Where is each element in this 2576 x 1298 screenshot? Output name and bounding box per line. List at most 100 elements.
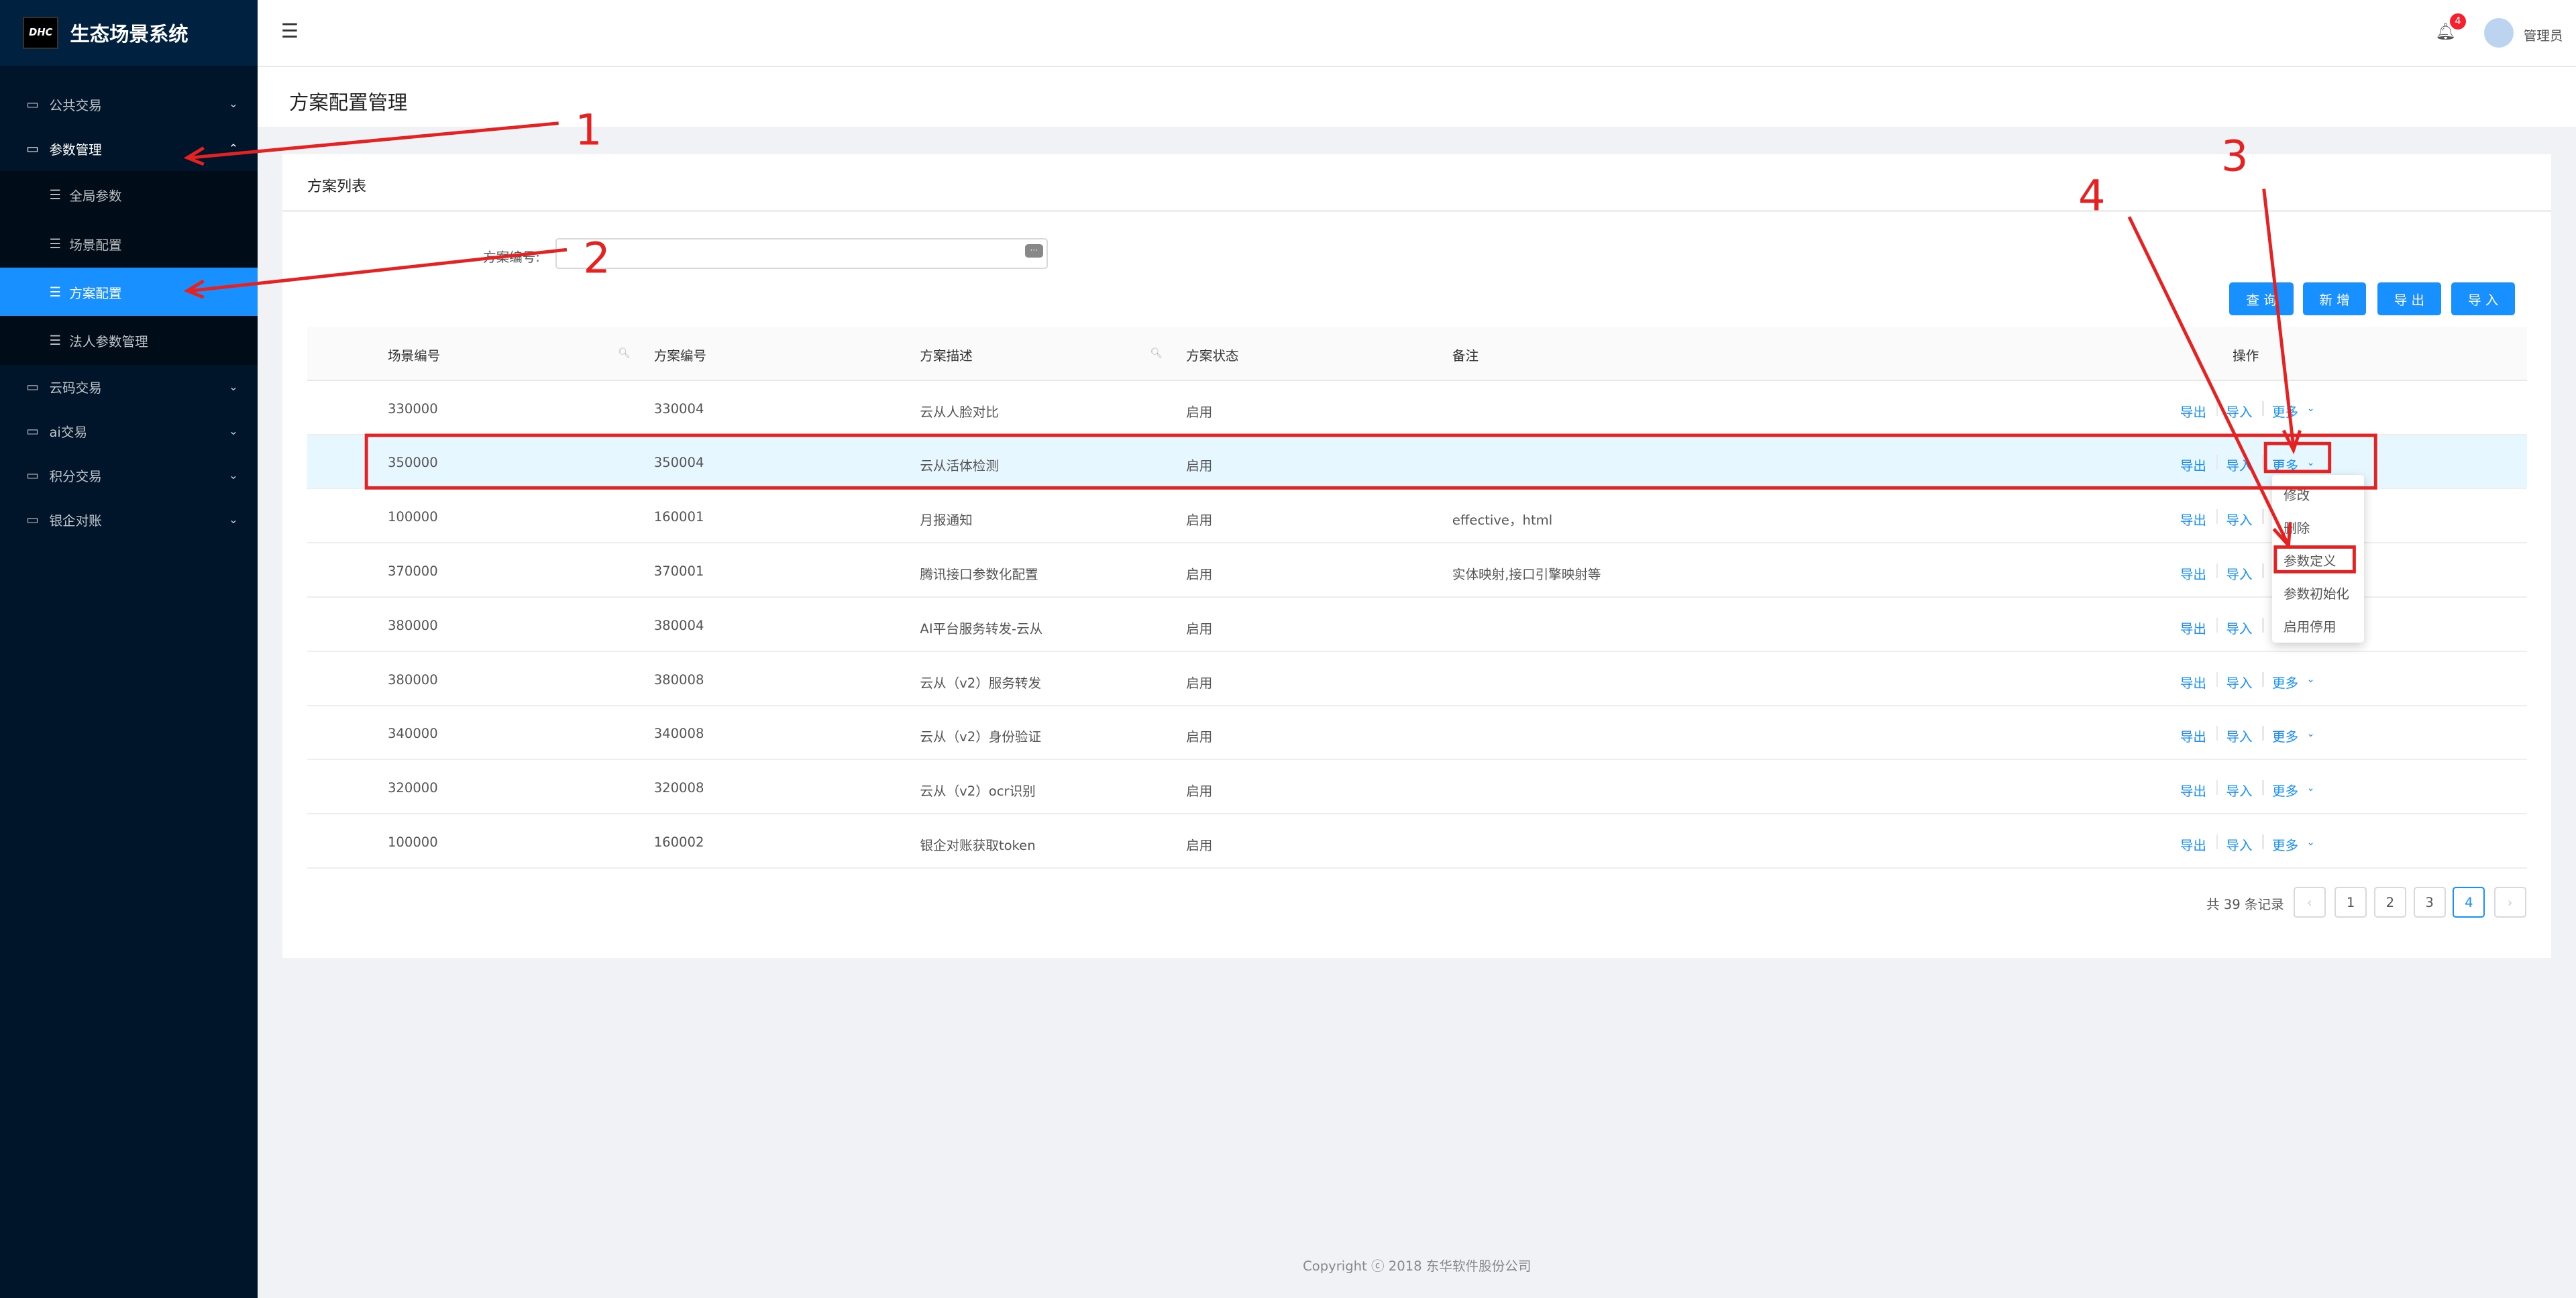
row-import-link[interactable]: 导入	[2226, 455, 2252, 474]
chevron-down-icon[interactable]: ⌄	[2306, 836, 2314, 848]
row-export-link[interactable]: 导出	[2180, 726, 2206, 745]
row-import-link[interactable]: 导入	[2226, 401, 2252, 421]
row-export-link[interactable]: 导出	[2180, 780, 2206, 800]
table-row: 380000380004AI平台服务转发-云从启用导出导入更多⌄	[307, 598, 2527, 652]
chevron-down-icon[interactable]: ⌄	[2306, 782, 2314, 794]
row-more-link[interactable]: 更多	[2272, 780, 2298, 800]
row-import-link[interactable]: 导入	[2226, 509, 2252, 529]
row-import-link[interactable]: 导入	[2226, 672, 2252, 692]
action-separator	[2262, 671, 2264, 687]
action-separator	[2216, 671, 2218, 687]
cell-plan-no: 340008	[653, 726, 704, 742]
cell-plan-no: 320008	[653, 780, 704, 796]
row-more-link[interactable]: 更多	[2272, 672, 2298, 692]
dropdown-item-toggle[interactable]: 启用停用	[2284, 616, 2336, 635]
search-icon[interactable]: 🔍︎	[618, 347, 631, 359]
row-more-link[interactable]: 更多	[2272, 401, 2298, 421]
action-separator	[2262, 400, 2264, 416]
chevron-down-icon[interactable]: ⌄	[2306, 402, 2314, 414]
cell-plan-no: 380004	[653, 617, 704, 633]
cell-plan-no: 380008	[653, 671, 704, 688]
keyboard-icon: ···	[1024, 244, 1043, 258]
cell-plan-desc: 云从活体检测	[920, 458, 999, 474]
col-header-desc[interactable]: 方案描述	[920, 345, 972, 364]
sidebar-item-param-mgmt[interactable]: ▭ 参数管理 ⌃	[0, 127, 258, 171]
col-header-status[interactable]: 方案状态	[1186, 345, 1238, 364]
col-header-remark[interactable]: 备注	[1452, 345, 1479, 364]
sidebar-subitem-global-params[interactable]: ☰ 全局参数	[0, 171, 258, 219]
sidebar-subitem-legal-params[interactable]: ☰ 法人参数管理	[0, 316, 258, 364]
chevron-down-icon[interactable]: ⌄	[2306, 673, 2314, 685]
row-export-link[interactable]: 导出	[2180, 834, 2206, 854]
chevron-down-icon[interactable]: ⌄	[2306, 457, 2314, 468]
next-page-button[interactable]: ›	[2493, 887, 2526, 918]
sidebar-subitem-scene-config[interactable]: ☰ 场景配置	[0, 219, 258, 268]
dropdown-item-param-init[interactable]: 参数初始化	[2284, 583, 2349, 602]
row-import-link[interactable]: 导入	[2226, 780, 2252, 800]
row-more-link[interactable]: 更多	[2272, 834, 2298, 854]
cell-plan-no: 330004	[653, 400, 704, 417]
dropdown-item-param-define[interactable]: 参数定义	[2284, 550, 2336, 570]
action-separator	[2216, 617, 2218, 633]
username[interactable]: 管理员	[2524, 25, 2563, 44]
row-import-link[interactable]: 导入	[2226, 726, 2252, 745]
action-separator	[2216, 455, 2218, 470]
chevron-down-icon: ⌄	[228, 380, 239, 394]
page-4[interactable]: 4	[2453, 887, 2485, 918]
cell-plan-desc: 腾讯接口参数化配置	[920, 566, 1038, 582]
sidebar-item-cloudcode-trade[interactable]: ▭ 云码交易 ⌄	[0, 365, 258, 409]
cell-plan-desc: 云从（v2）ocr识别	[920, 783, 1036, 800]
row-export-link[interactable]: 导出	[2180, 401, 2206, 421]
dropdown-item-edit[interactable]: 修改	[2284, 484, 2310, 504]
search-icon[interactable]: 🔍︎	[1150, 347, 1163, 359]
action-separator	[2216, 780, 2218, 796]
row-import-link[interactable]: 导入	[2226, 563, 2252, 583]
prev-page-button[interactable]: ‹	[2293, 887, 2326, 918]
row-import-link[interactable]: 导入	[2226, 834, 2252, 854]
sidebar-subitem-label: 方案配置	[69, 285, 122, 301]
chevron-down-icon: ⌄	[228, 512, 239, 527]
chevron-down-icon: ⌄	[228, 97, 239, 111]
row-export-link[interactable]: 导出	[2180, 563, 2206, 583]
dropdown-item-delete[interactable]: 删除	[2284, 517, 2310, 537]
add-button[interactable]: 新 增	[2303, 282, 2366, 316]
col-header-scene[interactable]: 场景编号	[388, 345, 440, 364]
sidebar-item-ai-trade[interactable]: ▭ ai交易 ⌄	[0, 409, 258, 453]
more-dropdown-menu: 修改 删除 参数定义 参数初始化 启用停用	[2271, 474, 2365, 643]
sidebar-item-public-trade[interactable]: ▭ 公共交易 ⌄	[0, 82, 258, 126]
menu-fold-icon[interactable]: ☰	[281, 19, 299, 42]
page-1[interactable]: 1	[2334, 887, 2367, 918]
row-export-link[interactable]: 导出	[2180, 509, 2206, 529]
table-row: 380000 380008 云从（v2）服务转发 启用 导出 导入 更多 ⌄	[307, 652, 2527, 706]
sidebar-item-points-trade[interactable]: ▭ 积分交易 ⌄	[0, 453, 258, 498]
page-3[interactable]: 3	[2413, 887, 2446, 918]
logo-bar: DHC 生态场景系统	[0, 0, 258, 66]
cell-plan-status: 启用	[1186, 566, 1213, 582]
row-export-link[interactable]: 导出	[2180, 455, 2206, 474]
chevron-down-icon: ⌄	[228, 424, 239, 438]
row-more-link[interactable]: 更多	[2272, 455, 2298, 474]
col-header-plan[interactable]: 方案编号	[654, 345, 706, 364]
cell-plan-desc: 云从（v2）身份验证	[920, 729, 1042, 745]
cell-scene-no: 370000	[387, 563, 438, 579]
row-export-link[interactable]: 导出	[2180, 672, 2206, 692]
table-row: 100000160001月报通知启用effective，html导出导入更多⌄	[307, 489, 2527, 544]
sidebar-item-bank-reconcile[interactable]: ▭ 银企对账 ⌄	[0, 498, 258, 542]
plan-list-card: 方案列表 方案编号: ··· 查 询 新 增 导 出 导 入 场景编号 🔍︎ 方…	[282, 154, 2552, 958]
page-2[interactable]: 2	[2373, 887, 2406, 918]
table-row: 350000 350004 云从活体检测 启用 导出 导入 更多 ⌄	[307, 435, 2527, 490]
cell-plan-no: 160002	[653, 834, 704, 851]
cell-plan-desc: 月报通知	[920, 512, 973, 529]
plan-no-input[interactable]: ···	[555, 238, 1048, 269]
export-button[interactable]: 导 出	[2377, 282, 2442, 316]
import-button[interactable]: 导 入	[2451, 282, 2516, 316]
query-button[interactable]: 查 询	[2229, 282, 2294, 316]
sidebar-subitem-plan-config[interactable]: ☰ 方案配置	[0, 268, 258, 317]
avatar[interactable]	[2483, 17, 2514, 48]
row-more-link[interactable]: 更多	[2272, 726, 2298, 745]
row-export-link[interactable]: 导出	[2180, 618, 2206, 637]
chevron-down-icon[interactable]: ⌄	[2306, 728, 2314, 739]
sidebar: DHC 生态场景系统 ▭ 公共交易 ⌄ ▭ 参数管理 ⌃ ☰ 全局参数 ☰ 场景…	[0, 0, 258, 1298]
row-import-link[interactable]: 导入	[2226, 618, 2252, 637]
cell-plan-desc: 云从（v2）服务转发	[920, 675, 1042, 691]
